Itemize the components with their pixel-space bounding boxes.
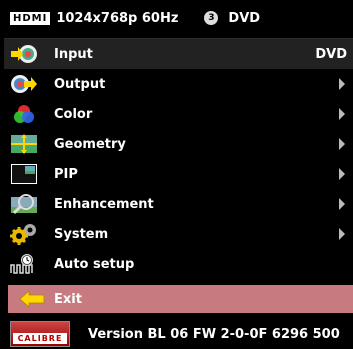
menu-item-pip[interactable]: PIP (4, 159, 353, 189)
main-menu: Input DVD Output Color Geometry PIP Enha… (4, 38, 353, 277)
menu-item-output[interactable]: Output (4, 69, 353, 99)
exit-label: Exit (54, 291, 82, 307)
submenu-arrow-icon (339, 168, 345, 180)
menu-label-system: System (54, 226, 109, 242)
exit-button[interactable]: Exit (8, 285, 353, 313)
menu-label-pip: PIP (54, 166, 78, 182)
menu-label-auto-setup: Auto setup (54, 256, 135, 272)
submenu-arrow-icon (339, 78, 345, 90)
menu-label-output: Output (54, 76, 106, 92)
header-bar: HDMI 1024x768p 60Hz 3 DVD (0, 0, 353, 36)
source-number-icon: 3 (204, 11, 219, 25)
submenu-arrow-icon (339, 108, 345, 120)
menu-label-geometry: Geometry (54, 136, 126, 152)
calibre-logo: CALIBRE (10, 321, 70, 347)
arrow-left-icon (19, 290, 45, 308)
menu-item-auto-setup[interactable]: Auto setup (4, 249, 353, 279)
system-icon (10, 224, 36, 245)
submenu-arrow-icon (339, 198, 345, 210)
version-text: Version BL 06 FW 2-0-0F 6296 500 (88, 327, 340, 342)
color-icon (14, 105, 34, 123)
menu-item-enhancement[interactable]: Enhancement (4, 189, 353, 219)
geometry-icon (11, 134, 37, 154)
menu-label-enhancement: Enhancement (54, 196, 154, 212)
menu-label-input: Input (54, 46, 93, 62)
enhancement-icon (11, 194, 37, 215)
footer-bar: CALIBRE Version BL 06 FW 2-0-0F 6296 500 (0, 318, 353, 349)
osd-window: HDMI 1024x768p 60Hz 3 DVD Input DVD Outp… (0, 0, 353, 349)
signal-info: 1024x768p 60Hz (56, 10, 179, 26)
menu-item-geometry[interactable]: Geometry (4, 129, 353, 159)
submenu-arrow-icon (339, 228, 345, 240)
output-icon (11, 75, 37, 93)
menu-item-system[interactable]: System (4, 219, 353, 249)
menu-label-color: Color (54, 106, 93, 122)
menu-item-color[interactable]: Color (4, 99, 353, 129)
auto-setup-icon (10, 254, 33, 274)
logo-text: CALIBRE (13, 333, 67, 344)
input-value: DVD (315, 46, 347, 62)
submenu-arrow-icon (339, 138, 345, 150)
input-icon (11, 45, 37, 63)
pip-icon (11, 164, 37, 184)
source-label: DVD (228, 10, 261, 26)
menu-item-input[interactable]: Input DVD (4, 39, 353, 69)
hdmi-badge: HDMI (10, 11, 51, 25)
